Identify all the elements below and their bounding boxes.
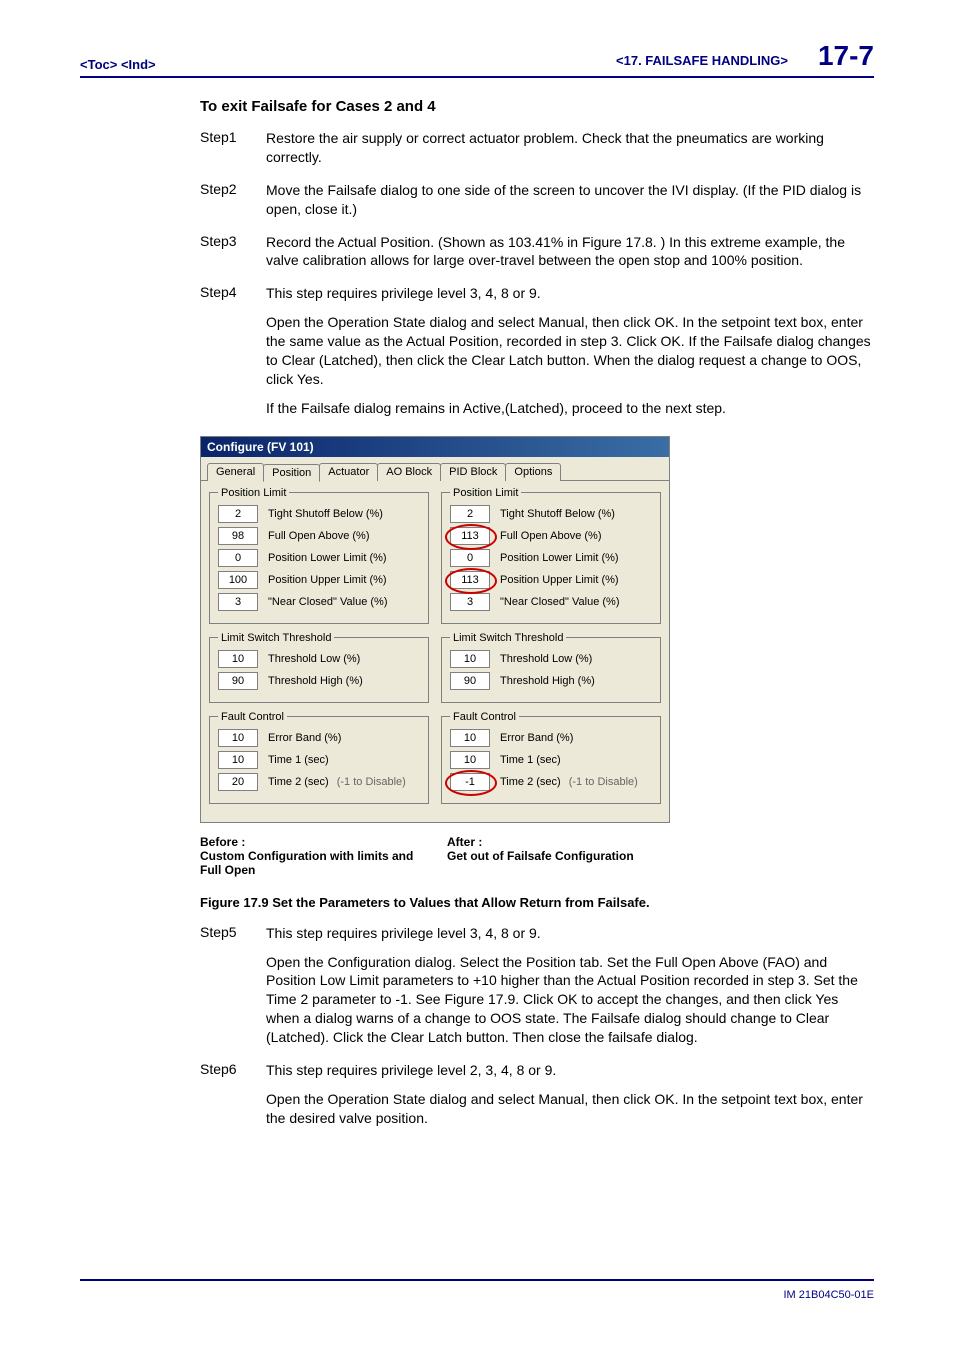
step4-label: Step4 <box>200 284 266 417</box>
dialog-tabs: General Position Actuator AO Block PID B… <box>201 457 669 481</box>
tab-general[interactable]: General <box>207 463 264 481</box>
step1-text: Restore the air supply or correct actuat… <box>266 129 874 167</box>
page-header: <Toc> <Ind> <17. FAILSAFE HANDLING> 17-7 <box>80 40 874 78</box>
after-fault-control: Fault Control 10Error Band (%) 10Time 1 … <box>441 711 661 804</box>
label-tsb: Tight Shutoff Below (%) <box>268 508 383 520</box>
step5-text-2: Open the Configuration dialog. Select th… <box>266 953 874 1047</box>
before-eb-value[interactable]: 10 <box>218 729 258 747</box>
footer-rule <box>80 1279 874 1281</box>
after-tsb-value[interactable]: 2 <box>450 505 490 523</box>
label-thi: Threshold High (%) <box>268 675 363 687</box>
dialog-titlebar: Configure (FV 101) <box>201 437 669 457</box>
section-heading: To exit Failsafe for Cases 2 and 4 <box>200 98 874 115</box>
configure-dialog: Configure (FV 101) General Position Actu… <box>200 436 670 823</box>
step4-text-1: This step requires privilege level 3, 4,… <box>266 284 874 303</box>
after-caption-text: Get out of Failsafe Configuration <box>447 849 670 863</box>
after-position-limit: Position Limit 2Tight Shutoff Below (%) … <box>441 487 661 624</box>
header-page-number: 17-7 <box>818 40 874 72</box>
before-caption-head: Before : <box>200 835 423 849</box>
step2-label: Step2 <box>200 181 266 219</box>
figure-caption: Figure 17.9 Set the Parameters to Values… <box>200 895 874 910</box>
disable-note: (-1 to Disable) <box>337 776 406 788</box>
header-section-title: <17. FAILSAFE HANDLING> <box>616 53 788 68</box>
before-tlo-value[interactable]: 10 <box>218 650 258 668</box>
group-fault-control: Fault Control <box>218 711 287 723</box>
tab-position[interactable]: Position <box>263 464 320 482</box>
step1-label: Step1 <box>200 129 266 167</box>
group-fault-control-2: Fault Control <box>450 711 519 723</box>
before-foa-value[interactable]: 98 <box>218 527 258 545</box>
before-pul-value[interactable]: 100 <box>218 571 258 589</box>
before-pll-value[interactable]: 0 <box>218 549 258 567</box>
after-pul-value[interactable]: 113 <box>450 571 490 589</box>
tab-ao-block[interactable]: AO Block <box>377 463 441 481</box>
step3-text: Record the Actual Position. (Shown as 10… <box>266 233 874 271</box>
label-eb: Error Band (%) <box>268 732 341 744</box>
before-t1-value[interactable]: 10 <box>218 751 258 769</box>
label-ncv: "Near Closed" Value (%) <box>268 596 388 608</box>
label-t1: Time 1 (sec) <box>268 754 329 766</box>
after-t1-value[interactable]: 10 <box>450 751 490 769</box>
after-tlo-value[interactable]: 10 <box>450 650 490 668</box>
after-eb-value[interactable]: 10 <box>450 729 490 747</box>
group-position-limit: Position Limit <box>218 487 289 499</box>
step6-label: Step6 <box>200 1061 266 1128</box>
before-ncv-value[interactable]: 3 <box>218 593 258 611</box>
step5-label: Step5 <box>200 924 266 1047</box>
step4-text-2: Open the Operation State dialog and sele… <box>266 313 874 389</box>
step6-text-2: Open the Operation State dialog and sele… <box>266 1090 874 1128</box>
before-panel: Position Limit 2Tight Shutoff Below (%) … <box>209 487 429 812</box>
after-caption-head: After : <box>447 835 670 849</box>
before-t2-value[interactable]: 20 <box>218 773 258 791</box>
before-fault-control: Fault Control 10 Error Band (%) 10 Time 1 … <box>209 711 429 804</box>
after-thi-value[interactable]: 90 <box>450 672 490 690</box>
figure-captions: Before : Custom Configuration with limit… <box>200 835 670 877</box>
label-pll: Position Lower Limit (%) <box>268 552 387 564</box>
before-position-limit: Position Limit 2Tight Shutoff Below (%) … <box>209 487 429 624</box>
after-panel: Position Limit 2Tight Shutoff Below (%) … <box>441 487 661 812</box>
after-limit-switch: Limit Switch Threshold 10Threshold Low (… <box>441 632 661 703</box>
tab-actuator[interactable]: Actuator <box>319 463 378 481</box>
figure-17-9: Configure (FV 101) General Position Actu… <box>200 436 670 877</box>
tab-options[interactable]: Options <box>505 463 561 481</box>
label-t2: Time 2 (sec) <box>268 776 329 788</box>
before-caption-text: Custom Configuration with limits and Ful… <box>200 849 423 877</box>
step2-text: Move the Failsafe dialog to one side of … <box>266 181 874 219</box>
step3-label: Step3 <box>200 233 266 271</box>
after-pll-value[interactable]: 0 <box>450 549 490 567</box>
footer-doc-id: IM 21B04C50-01E <box>784 1289 875 1301</box>
step4-text-3: If the Failsafe dialog remains in Active… <box>266 399 874 418</box>
group-limit-switch: Limit Switch Threshold <box>218 632 334 644</box>
after-t2-value[interactable]: -1 <box>450 773 490 791</box>
group-position-limit-2: Position Limit <box>450 487 521 499</box>
before-tsb-value[interactable]: 2 <box>218 505 258 523</box>
after-foa-value[interactable]: 113 <box>450 527 490 545</box>
before-limit-switch: Limit Switch Threshold 10 Threshold Low (… <box>209 632 429 703</box>
label-pul: Position Upper Limit (%) <box>268 574 387 586</box>
step5-text-1: This step requires privilege level 3, 4,… <box>266 924 874 943</box>
header-toc-ind[interactable]: <Toc> <Ind> <box>80 57 156 72</box>
group-limit-switch-2: Limit Switch Threshold <box>450 632 566 644</box>
after-ncv-value[interactable]: 3 <box>450 593 490 611</box>
step6-text-1: This step requires privilege level 2, 3,… <box>266 1061 874 1080</box>
label-foa: Full Open Above (%) <box>268 530 370 542</box>
before-thi-value[interactable]: 90 <box>218 672 258 690</box>
tab-pid-block[interactable]: PID Block <box>440 463 506 481</box>
label-tlo: Threshold Low (%) <box>268 653 360 665</box>
